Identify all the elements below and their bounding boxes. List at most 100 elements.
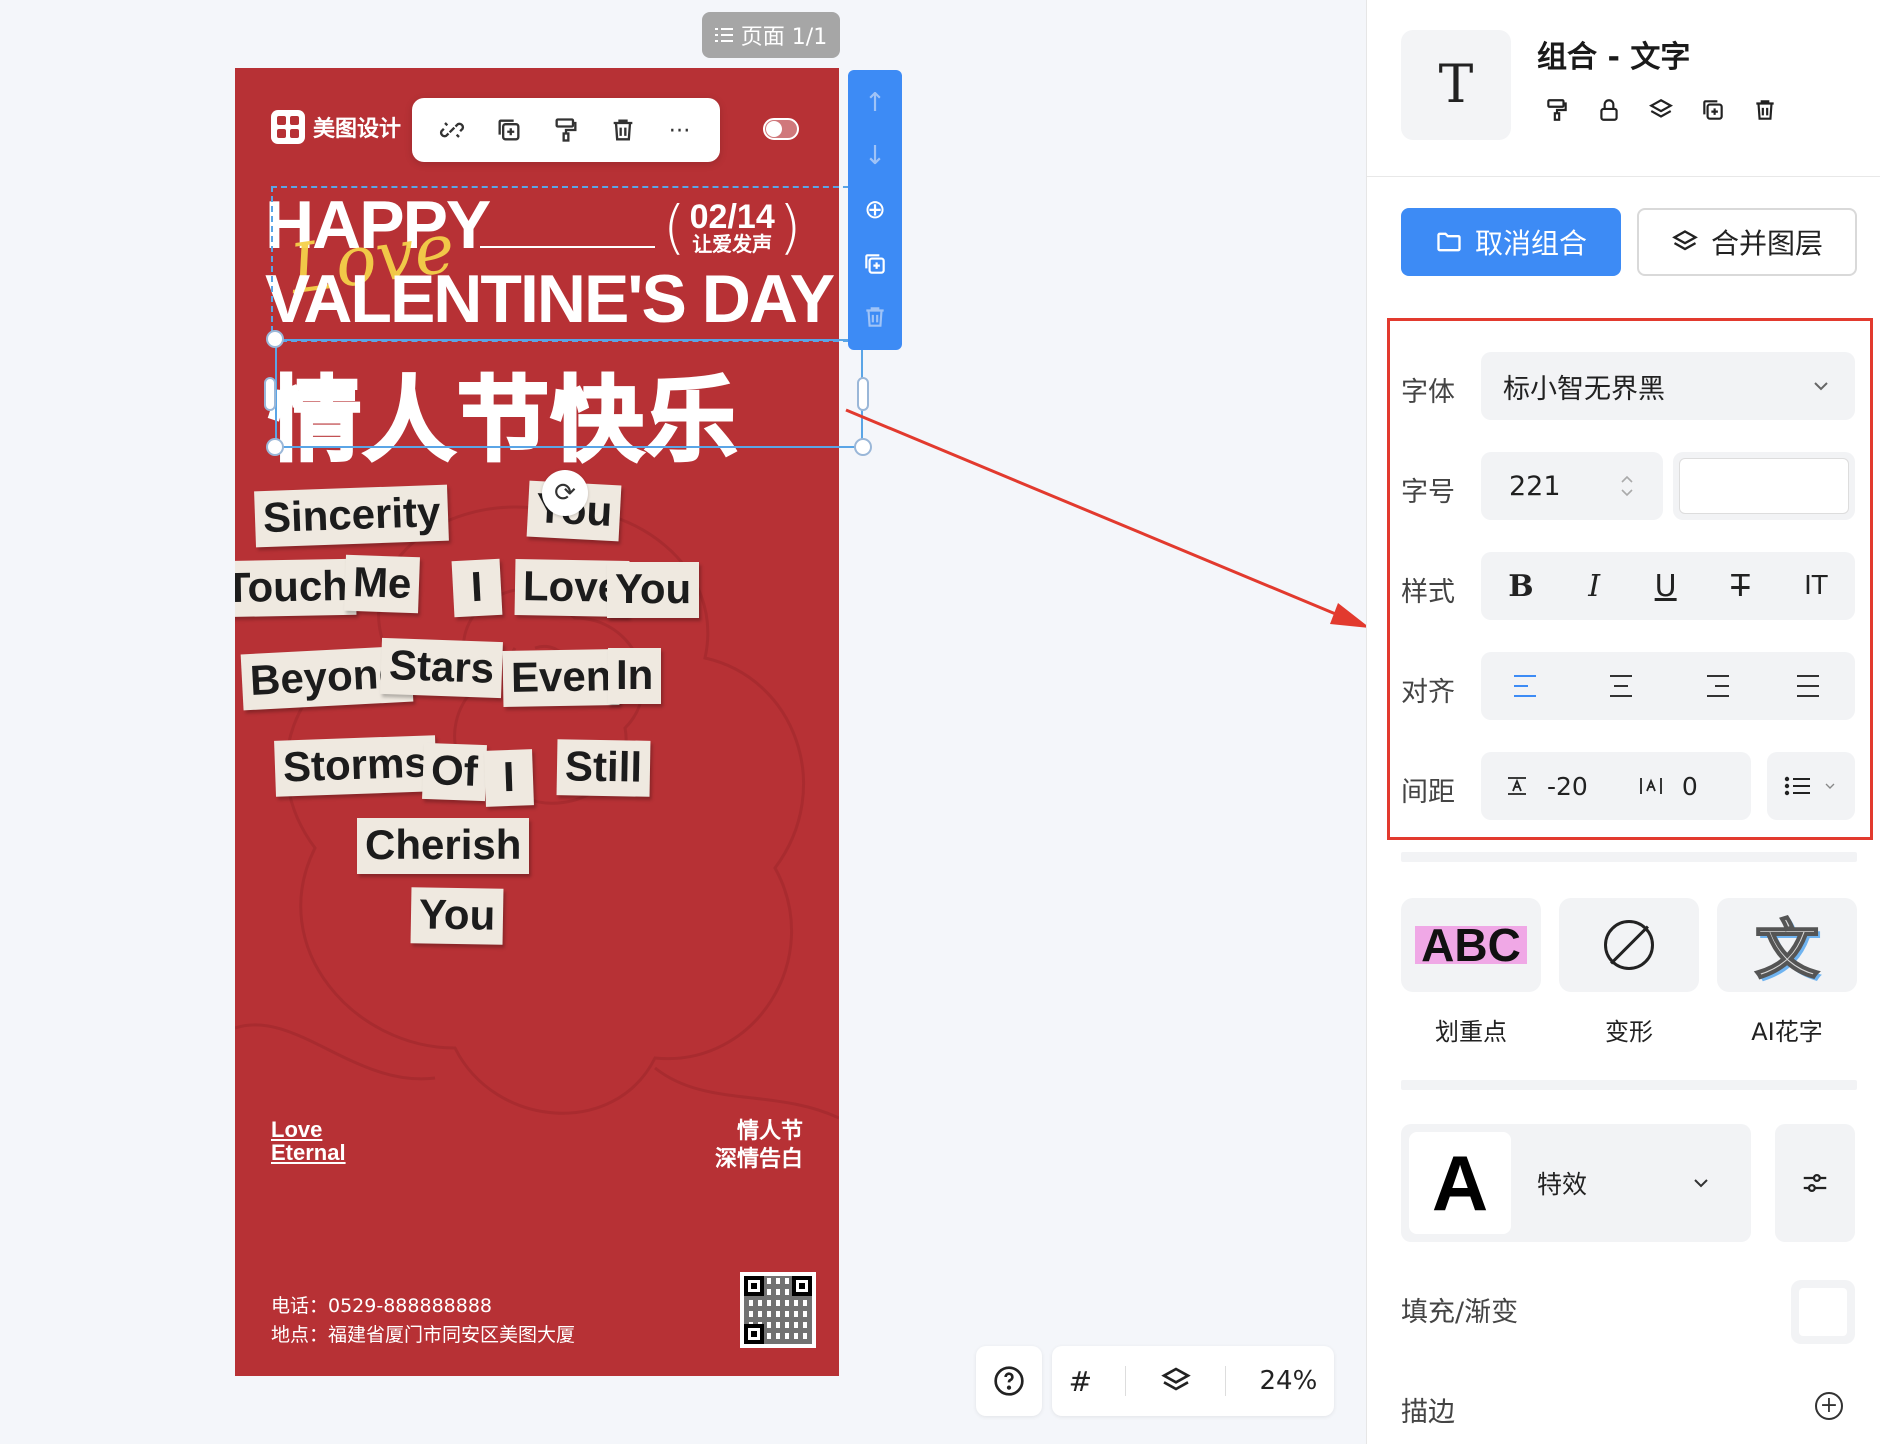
word-card[interactable]: I [451, 558, 503, 618]
strikethrough-icon[interactable]: T [1731, 569, 1749, 604]
format-painter-icon[interactable] [1543, 96, 1571, 124]
word-card[interactable]: In [608, 648, 662, 705]
align-right-icon[interactable] [1701, 675, 1729, 697]
highlight-label: 划重点 [1435, 1018, 1507, 1046]
word-card[interactable]: Storms [274, 735, 437, 798]
sliders-icon [1803, 1173, 1827, 1192]
rotate-handle[interactable]: ⟳ [542, 470, 588, 516]
resize-handle-right[interactable] [857, 377, 869, 411]
format-painter-icon[interactable] [546, 110, 586, 150]
page-indicator-label: 页面 1/1 [740, 25, 828, 50]
layer-side-rail: ↑ ↓ ⊕ [848, 70, 902, 350]
fill-color-swatch[interactable] [1791, 1280, 1855, 1344]
layers-icon[interactable] [1160, 1365, 1192, 1397]
chinese-subtitle[interactable]: 情人节 深情告白 [715, 1118, 803, 1173]
trash-icon[interactable] [855, 297, 895, 337]
letter-spacing-value[interactable]: -20 [1547, 772, 1588, 801]
none-icon [1604, 920, 1654, 970]
delete-icon[interactable] [1751, 96, 1779, 124]
ai-text-effect-card[interactable]: 文 [1717, 898, 1857, 992]
contact-info[interactable]: 电话：0529-888888888 地点：福建省厦门市同安区美图大厦 [271, 1292, 575, 1351]
word-card[interactable]: Stars [380, 637, 504, 699]
underline-icon[interactable]: U [1655, 569, 1677, 604]
text-style-group: B I U T IT [1481, 552, 1855, 620]
font-family-value: 标小智无界黑 [1503, 373, 1665, 405]
duplicate-icon[interactable] [489, 110, 529, 150]
word-card[interactable]: Cherish [357, 818, 530, 875]
section-separator [1401, 852, 1857, 862]
align-left-icon[interactable] [1513, 675, 1542, 697]
resize-handle-left[interactable] [264, 377, 276, 411]
more-icon[interactable]: ⋯ [660, 110, 700, 150]
ungroup-button[interactable]: 取消组合 [1401, 208, 1621, 276]
effect-select[interactable]: A 特效 [1401, 1124, 1751, 1242]
warp-effect-card[interactable] [1559, 898, 1699, 992]
qr-finder [792, 1276, 812, 1296]
warp-label: 变形 [1605, 1018, 1653, 1046]
stepper-icon[interactable] [1619, 471, 1635, 501]
font-size-extra-field[interactable] [1673, 452, 1855, 520]
qr-code[interactable] [740, 1272, 816, 1348]
word-card[interactable]: You [607, 562, 700, 619]
word-card[interactable]: Even [502, 648, 620, 708]
zoom-level[interactable]: 24% [1260, 1366, 1318, 1396]
unlink-icon[interactable] [432, 110, 472, 150]
word-card[interactable]: Sincerity [254, 484, 450, 548]
delete-icon[interactable] [603, 110, 643, 150]
highlight-effect-card[interactable]: ABC [1401, 898, 1541, 992]
word-card[interactable]: Me [344, 554, 421, 614]
meitu-logo-icon [271, 110, 305, 144]
resize-handle-top-left[interactable] [266, 330, 284, 348]
stroke-label: 描边 [1401, 1397, 1455, 1428]
list-style-select[interactable] [1767, 752, 1855, 820]
font-size-input[interactable]: 221 [1481, 452, 1663, 520]
word-card[interactable]: Touch [235, 558, 357, 618]
word-card[interactable]: Still [556, 739, 651, 798]
help-icon [994, 1366, 1024, 1396]
text-type-thumbnail: T [1401, 30, 1511, 140]
duplicate-icon[interactable] [1699, 96, 1727, 124]
merge-layers-button[interactable]: 合并图层 [1637, 208, 1857, 276]
font-family-select[interactable]: 标小智无界黑 [1481, 352, 1855, 420]
font-label: 字体 [1401, 377, 1455, 408]
brand: 美图设计 [271, 110, 401, 144]
lock-icon[interactable] [1595, 96, 1623, 124]
floating-toolbar: ⋯ [412, 98, 720, 162]
spacing-control[interactable]: -20 0 [1481, 752, 1751, 820]
address-text: 地点：福建省厦门市同安区美图大厦 [271, 1324, 576, 1347]
size-label: 字号 [1401, 477, 1455, 508]
rotate-icon: ⟳ [554, 478, 576, 508]
page-indicator[interactable]: 页面 1/1 [702, 12, 840, 58]
help-button[interactable] [976, 1346, 1042, 1416]
line-spacing-value[interactable]: 0 [1682, 772, 1698, 801]
word-card[interactable]: You [410, 887, 504, 946]
spacing-label: 间距 [1401, 777, 1455, 808]
qr-finder [744, 1324, 764, 1344]
align-justify-icon[interactable] [1794, 675, 1822, 697]
text-selection-box[interactable] [275, 339, 863, 448]
add-stroke-icon[interactable]: + [1815, 1392, 1843, 1420]
layers-icon [1672, 230, 1698, 251]
qr-finder [744, 1276, 764, 1296]
love-eternal-text[interactable]: Love Eternal [271, 1118, 346, 1164]
resize-handle-bottom-right[interactable] [854, 438, 872, 456]
resize-handle-bottom-left[interactable] [266, 438, 284, 456]
grid-icon[interactable]: # [1069, 1365, 1092, 1398]
layers-icon[interactable] [1647, 96, 1675, 124]
bold-icon[interactable]: B [1508, 569, 1533, 604]
move-down-icon[interactable]: ↓ [855, 136, 895, 176]
list-icon [714, 27, 733, 43]
italic-icon[interactable]: I [1588, 569, 1600, 604]
add-circle-icon[interactable]: ⊕ [855, 190, 895, 230]
word-card[interactable]: I [484, 749, 534, 808]
effect-settings-button[interactable] [1775, 1124, 1855, 1242]
copy-icon[interactable] [855, 244, 895, 284]
canvas-area[interactable]: 页面 1/1 美图设计 HAPPY ( 02/14 让爱发声 ) Love VA… [0, 0, 1366, 1444]
letter-spacing-icon [1508, 777, 1526, 795]
vertical-text-icon[interactable]: IT [1804, 571, 1828, 601]
toggle-switch[interactable] [763, 118, 799, 140]
align-center-icon[interactable] [1607, 675, 1635, 697]
word-card[interactable]: Of [422, 742, 487, 802]
align-label: 对齐 [1401, 677, 1455, 708]
move-up-icon[interactable]: ↑ [855, 83, 895, 123]
